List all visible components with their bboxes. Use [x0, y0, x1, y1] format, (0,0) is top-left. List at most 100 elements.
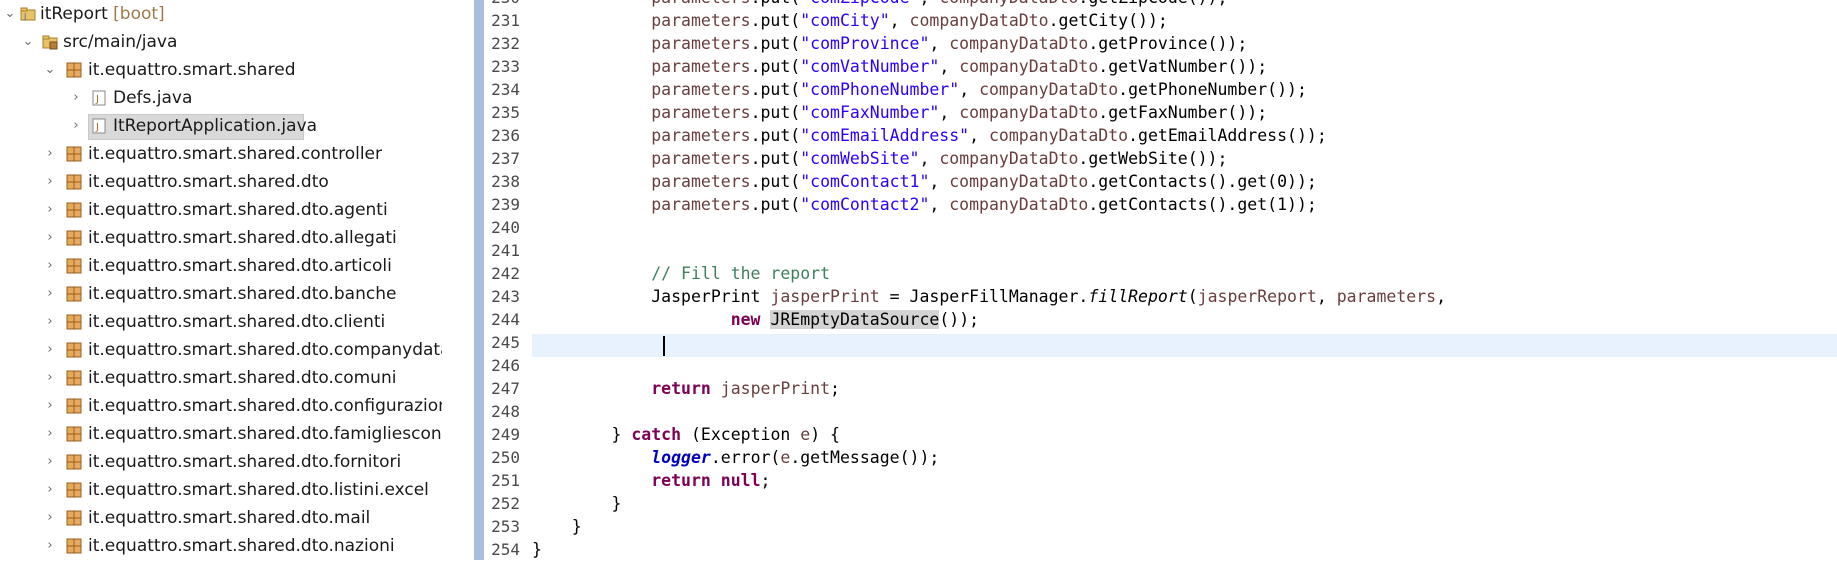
chevron-right-icon[interactable]: ›	[42, 532, 58, 560]
code-token: JREmptyDataSource	[770, 310, 940, 329]
chevron-down-icon[interactable]: ⌄	[42, 56, 58, 84]
chevron-right-icon[interactable]: ›	[42, 504, 58, 532]
code-punct: }	[611, 494, 622, 513]
code-token: .put(	[750, 126, 801, 145]
code-token: JasperFillManager	[909, 287, 1079, 306]
tree-item-package[interactable]: › it.equattro.smart.shared.dto.companydat…	[0, 336, 442, 364]
tree-item-package[interactable]: › it.equattro.smart.shared.dto.mail	[0, 504, 442, 532]
chevron-right-icon[interactable]: ›	[42, 448, 58, 476]
line-number: 248	[491, 402, 520, 421]
tree-item-package[interactable]: › it.equattro.smart.shared.dto.banche	[0, 280, 442, 308]
tree-item-package[interactable]: › it.equattro.smart.shared.dto.listini.ex…	[0, 476, 442, 504]
tree-item-package[interactable]: › it.equattro.smart.shared.dto.allegati	[0, 224, 442, 252]
code-punct: .	[1078, 149, 1089, 168]
tree-item-package[interactable]: › it.equattro.smart.shared.dto	[0, 168, 442, 196]
code-token: "comFaxNumber"	[800, 103, 940, 122]
line-number: 231	[491, 11, 520, 30]
code-punct: );	[919, 448, 940, 467]
code-line: parameters.put("comEmailAddress", compan…	[532, 124, 1327, 147]
code-token: getEmailAddress	[1138, 126, 1288, 145]
tree-item-package[interactable]: › it.equattro.smart.shared.dto.famigliesc…	[0, 420, 442, 448]
code-punct: ,	[889, 11, 910, 30]
code-token: jasperPrint	[770, 287, 880, 306]
tree-item-itreportapplication-java[interactable]: › J ItReportApplication.java	[0, 112, 442, 140]
code-token: companyDataDto	[949, 172, 1089, 191]
tree-item-package[interactable]: › it.equattro.smart.shared.dto.comuni	[0, 364, 442, 392]
svg-text:J: J	[23, 12, 26, 21]
tree-item-defs-java[interactable]: › J Defs.java	[0, 84, 442, 112]
code-token: fillReport	[1088, 287, 1188, 306]
chevron-right-icon[interactable]: ›	[42, 280, 58, 308]
chevron-right-icon[interactable]: ›	[42, 336, 58, 364]
chevron-down-icon[interactable]: ⌄	[20, 28, 36, 56]
code-token: 1	[1277, 195, 1288, 214]
line-number: 241	[491, 241, 520, 260]
chevron-right-icon[interactable]: ›	[42, 476, 58, 504]
chevron-right-icon[interactable]: ›	[42, 392, 58, 420]
chevron-right-icon[interactable]: ›	[42, 196, 58, 224]
chevron-right-icon[interactable]: ›	[42, 252, 58, 280]
code-token: getProvince	[1098, 34, 1208, 53]
tree-item-package[interactable]: › it.equattro.smart.shared.controller	[0, 140, 442, 168]
code-token: parameters	[651, 80, 751, 99]
code-token: JasperPrint	[651, 287, 761, 306]
code-token: .put(	[750, 103, 801, 122]
code-punct	[790, 425, 800, 444]
package-icon	[66, 342, 82, 358]
code-punct: .	[1098, 103, 1109, 122]
code-token: jasperPrint	[720, 379, 831, 398]
tree-item-package[interactable]: › it.equattro.smart.shared.dto.nazioni	[0, 532, 442, 560]
code-punct: ,	[919, 0, 939, 7]
code-token: companyDataDto	[959, 103, 1099, 122]
code-token: jasperReport	[1197, 287, 1317, 306]
code-token: logger	[651, 448, 711, 467]
line-number: 250	[491, 448, 520, 467]
tree-item-package[interactable]: › it.equattro.smart.shared.dto.agenti	[0, 196, 442, 224]
chevron-right-icon[interactable]: ›	[42, 224, 58, 252]
code-punct: ,	[929, 34, 950, 53]
code-token: "comVatNumber"	[800, 57, 940, 76]
tree-item-package[interactable]: › it.equattro.smart.shared.dto.articoli	[0, 252, 442, 280]
code-punct: ,	[929, 195, 950, 214]
chevron-right-icon[interactable]: ›	[42, 420, 58, 448]
code-punct: ;	[760, 471, 771, 490]
line-number: 240	[491, 218, 520, 237]
code-token: getWebSite	[1088, 149, 1188, 168]
line-number: 234	[491, 80, 520, 99]
code-token: parameters	[651, 149, 751, 168]
chevron-right-icon[interactable]: ›	[68, 112, 84, 140]
line-number: 251	[491, 471, 520, 490]
tree-item-package[interactable]: › it.equattro.smart.shared.dto.configuraz…	[0, 392, 442, 420]
code-token: parameters	[651, 34, 751, 53]
chevron-down-icon[interactable]: ⌄	[2, 0, 18, 28]
tree-item-root-package[interactable]: ⌄ it.equattro.smart.shared	[0, 56, 442, 84]
code-punct: ));	[1287, 172, 1317, 191]
tree-item-package[interactable]: › it.equattro.smart.shared.dto.fornitori	[0, 448, 442, 476]
code-punct: (	[1187, 287, 1198, 306]
chevron-right-icon[interactable]: ›	[42, 140, 58, 168]
code-line: parameters.put("comZipCode", companyData…	[532, 0, 1227, 9]
package-icon	[66, 538, 82, 554]
chevron-right-icon[interactable]: ›	[42, 364, 58, 392]
tree-item-source-folder[interactable]: ⌄ src/main/java	[0, 28, 442, 56]
code-token: "comCity"	[800, 11, 890, 30]
chevron-right-icon[interactable]: ›	[42, 168, 58, 196]
package-icon	[66, 370, 82, 386]
chevron-right-icon[interactable]: ›	[68, 84, 84, 112]
code-punct: .	[1128, 126, 1139, 145]
package-icon	[66, 258, 82, 274]
file-label: Defs.java	[113, 88, 193, 108]
chevron-right-icon[interactable]: ›	[42, 308, 58, 336]
file-label: ItReportApplication.java	[113, 116, 318, 136]
tree-item-project[interactable]: ⌄ J itReport [boot]	[0, 0, 442, 28]
tree-item-package[interactable]: › it.equattro.smart.shared.dto.clienti	[0, 308, 442, 336]
code-punct: ());	[939, 310, 980, 329]
line-number: 243	[491, 287, 520, 306]
